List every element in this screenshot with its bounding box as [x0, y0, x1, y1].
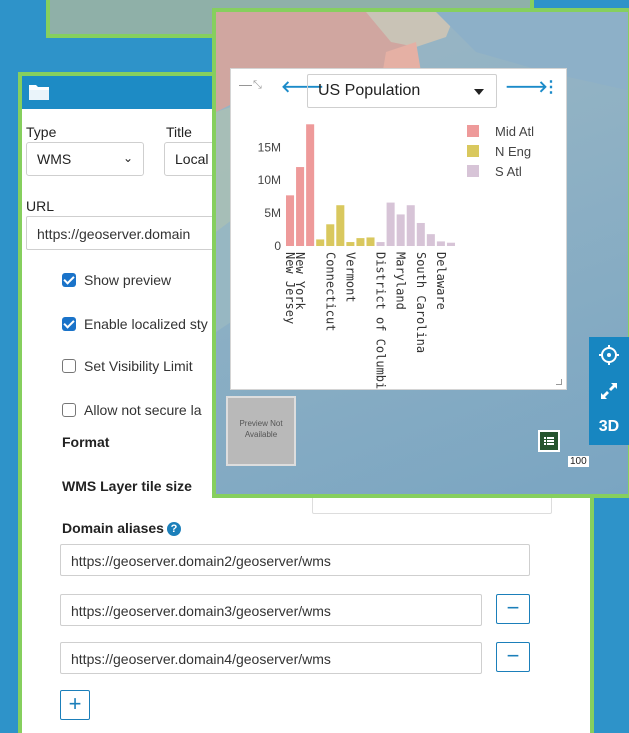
chart-bar	[316, 239, 325, 246]
domain-aliases-label: Domain aliases	[62, 520, 164, 536]
resize-handle[interactable]	[556, 379, 562, 385]
tile-size-label: WMS Layer tile size	[62, 478, 192, 494]
domain-aliases-heading: Domain aliases?	[62, 520, 181, 536]
chart-bar	[446, 242, 455, 246]
fullscreen-button[interactable]	[589, 373, 629, 409]
title-label: Title	[166, 124, 192, 140]
y-tick-label: 0	[274, 239, 281, 253]
list-icon	[544, 437, 554, 445]
x-tick-label: New York	[293, 252, 307, 311]
chevron-down-icon: ⌄	[122, 151, 133, 165]
legend-label: N Eng	[495, 144, 531, 159]
url-input[interactable]: https://geoserver.domain	[26, 216, 226, 250]
format-label: Format	[62, 434, 110, 450]
widget-menu-button[interactable]: ⋮	[543, 77, 559, 97]
chart-bar	[356, 238, 365, 246]
chart-bar	[346, 242, 355, 246]
legend-label: Mid Atl	[495, 124, 534, 139]
x-tick-label: Delaware	[434, 252, 448, 310]
locate-button[interactable]	[589, 337, 629, 373]
show-preview-label: Show preview	[84, 272, 172, 288]
localized-style-checkbox[interactable]	[62, 317, 76, 331]
alias-value-3: https://geoserver.domain4/geoserver/wms	[71, 651, 331, 667]
x-tick-label: District of Columbia	[374, 252, 388, 389]
alias-value-2: https://geoserver.domain3/geoserver/wms	[71, 603, 331, 619]
help-icon[interactable]: ?	[166, 522, 181, 536]
alias-input-1[interactable]: https://geoserver.domain2/geoserver/wms	[60, 544, 530, 576]
url-input-value: https://geoserver.domain	[37, 226, 191, 242]
chart-bar	[286, 195, 295, 246]
legend-label: S Atl	[495, 164, 522, 179]
preview-not-available-text: Preview Not Available	[239, 419, 283, 439]
widget-select[interactable]: US Population	[307, 74, 497, 108]
widget-title: US Population	[318, 82, 421, 99]
localized-style-checkbox-row[interactable]: Enable localized sty	[62, 316, 208, 332]
chart-bar	[376, 242, 385, 246]
chart-bar	[326, 224, 335, 246]
alias-input-2[interactable]: https://geoserver.domain3/geoserver/wms	[60, 594, 482, 626]
chart-bar	[336, 205, 345, 246]
not-secure-checkbox[interactable]	[62, 403, 76, 417]
x-tick-label: Maryland	[394, 252, 408, 310]
alias-value-1: https://geoserver.domain2/geoserver/wms	[71, 553, 331, 569]
remove-alias-button[interactable]: −	[496, 642, 530, 672]
y-tick-label: 10M	[258, 173, 281, 187]
legend-swatch	[467, 165, 479, 177]
folder-icon[interactable]	[28, 82, 50, 102]
view-3d-button[interactable]: 3D	[589, 409, 629, 445]
chart-bar	[386, 202, 395, 246]
url-label: URL	[26, 198, 55, 214]
population-chart: 05M10M15MNew JerseyNew York Connecticut Ve…	[258, 124, 534, 389]
add-alias-button[interactable]: +	[60, 690, 90, 720]
show-preview-checkbox[interactable]	[62, 273, 76, 287]
chart-bar	[306, 124, 315, 246]
localized-style-label: Enable localized sty	[84, 316, 208, 332]
visibility-limit-checkbox[interactable]	[62, 359, 76, 373]
chart-bar	[416, 222, 425, 246]
show-preview-checkbox-row[interactable]: Show preview	[62, 272, 171, 288]
remove-alias-button[interactable]: −	[496, 594, 530, 624]
x-tick-label: Connecticut	[323, 252, 337, 331]
title-input-value: Local	[175, 151, 209, 167]
expand-icon[interactable]: ⤡	[253, 79, 262, 92]
visibility-limit-checkbox-row[interactable]: Set Visibility Limit	[62, 358, 193, 374]
chart-bar	[436, 241, 445, 246]
x-tick-label: Vermont	[343, 252, 357, 303]
chart-bar	[396, 214, 405, 246]
y-tick-label: 15M	[258, 140, 281, 154]
chart-bar	[296, 167, 305, 246]
next-widget-button[interactable]: 🡒	[505, 76, 548, 97]
chart-bar	[426, 234, 435, 246]
type-select[interactable]: WMS ⌄	[26, 142, 144, 176]
legend-swatch	[467, 145, 479, 157]
preview-thumbnail: Preview Not Available	[226, 396, 296, 466]
map-side-toolbar: 3D	[589, 337, 629, 445]
expand-arrows-icon	[601, 383, 617, 399]
crosshair-icon	[599, 345, 619, 365]
alias-input-3[interactable]: https://geoserver.domain4/geoserver/wms	[60, 642, 482, 674]
type-label: Type	[26, 124, 57, 140]
type-select-value: WMS	[37, 151, 72, 167]
visibility-limit-label: Set Visibility Limit	[84, 358, 193, 374]
legend-swatch	[467, 125, 479, 137]
scale-bar-label: 100	[568, 456, 589, 467]
minimize-button[interactable]: —	[239, 77, 252, 92]
x-tick-label: South Carolina	[414, 252, 428, 353]
legend-toggle-button[interactable]	[538, 430, 560, 452]
caret-down-icon	[474, 89, 484, 95]
chart-widget[interactable]: — ⤡ 🡐 US Population 🡒 ⋮ 0 5M 10M 15M New Jer…	[230, 68, 567, 390]
chart-bar	[406, 205, 415, 246]
not-secure-label: Allow not secure la	[84, 402, 202, 418]
not-secure-checkbox-row[interactable]: Allow not secure la	[62, 402, 202, 418]
chart-bar	[366, 237, 375, 246]
y-tick-label: 5M	[264, 206, 281, 220]
